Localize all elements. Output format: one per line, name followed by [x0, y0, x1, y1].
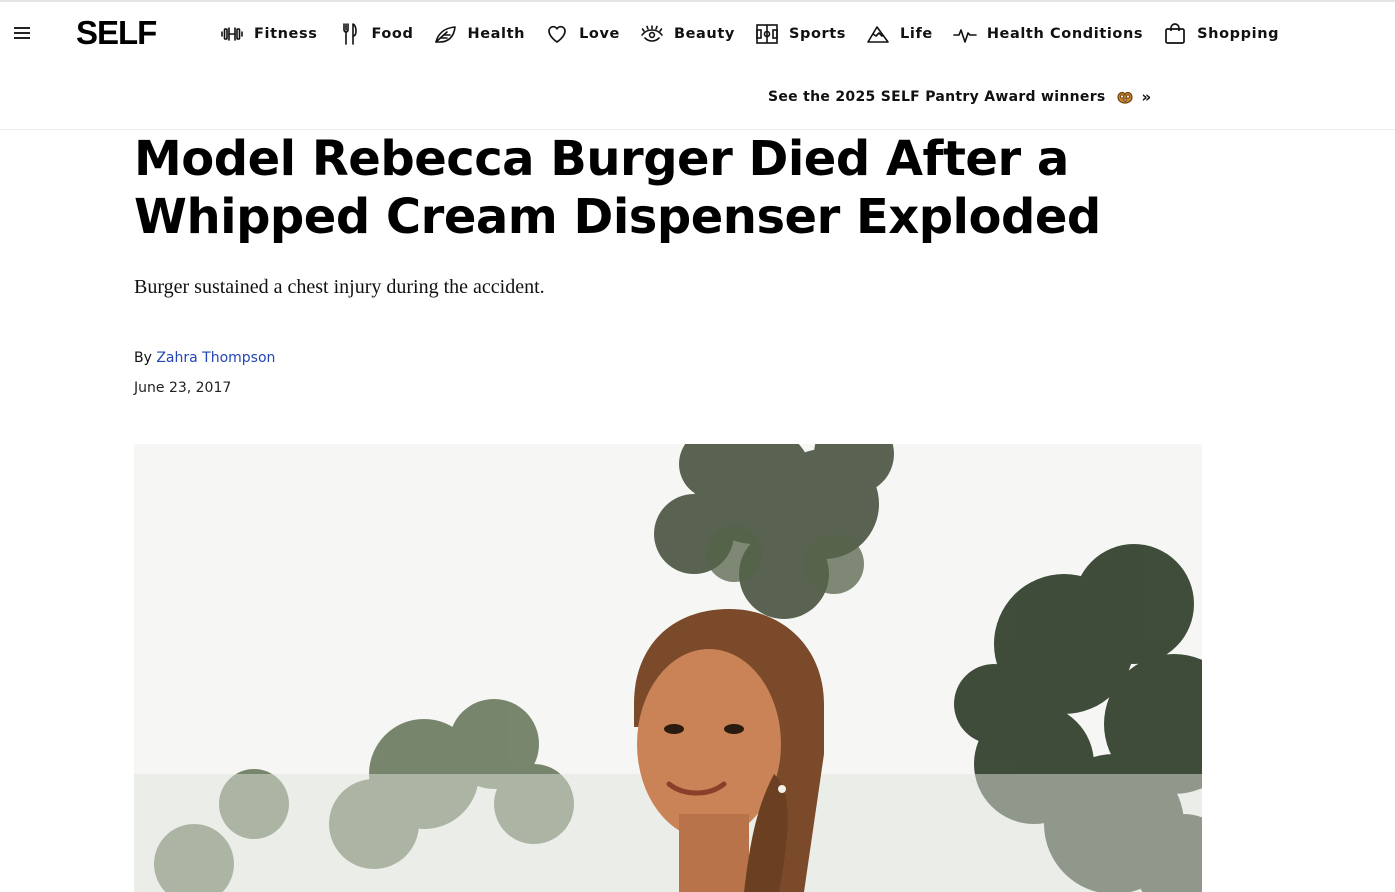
nav-label: Sports: [788, 26, 847, 42]
author-link[interactable]: Zahra Thompson: [156, 350, 275, 366]
heart-icon: [545, 22, 569, 46]
nav-label: Health Conditions: [986, 26, 1144, 42]
article-headline: Model Rebecca Burger Died After a Whippe…: [134, 131, 1101, 245]
nav-label: Life: [900, 26, 933, 42]
nav-item-sports[interactable]: Sports: [755, 22, 846, 46]
hero-image: [134, 444, 1202, 892]
promo-arrow: »: [1141, 88, 1152, 106]
nav-label: Shopping: [1197, 26, 1280, 42]
byline: By Zahra Thompson: [134, 350, 275, 366]
nav-item-beauty[interactable]: Beauty: [640, 22, 735, 46]
eye-lashes-icon: [640, 22, 664, 46]
byline-prefix: By: [134, 350, 152, 366]
nav-label: Health: [467, 26, 526, 42]
promo-link[interactable]: See the 2025 SELF Pantry Award winners »: [768, 86, 1151, 108]
nav-item-love[interactable]: Love: [545, 22, 620, 46]
nav-item-health[interactable]: Health: [433, 22, 525, 46]
page: SELF Fitness Food Health Love Beauty Spo…: [0, 0, 1395, 892]
hamburger-menu-icon[interactable]: [12, 24, 32, 42]
shopping-bag-icon: [1163, 22, 1187, 46]
promo-text: See the 2025 SELF Pantry Award winners: [768, 89, 1106, 105]
dumbbell-icon: [220, 22, 244, 46]
publish-date: June 23, 2017: [134, 380, 232, 396]
nav-item-shopping[interactable]: Shopping: [1163, 22, 1279, 46]
leaf-icon: [433, 22, 457, 46]
heartbeat-icon: [953, 22, 977, 46]
nav-item-health-conditions[interactable]: Health Conditions: [953, 22, 1143, 46]
article-dek: Burger sustained a chest injury during t…: [134, 276, 545, 298]
nav-item-fitness[interactable]: Fitness: [220, 22, 317, 46]
site-logo[interactable]: SELF: [76, 14, 157, 52]
nav-item-life[interactable]: Life: [866, 22, 933, 46]
court-icon: [755, 22, 779, 46]
pretzel-icon: [1116, 88, 1134, 106]
mountain-icon: [866, 22, 890, 46]
main-nav: Fitness Food Health Love Beauty Sports L…: [220, 20, 1299, 48]
site-header: SELF Fitness Food Health Love Beauty Spo…: [0, 2, 1395, 130]
nav-label: Love: [579, 26, 620, 42]
fork-knife-icon: [337, 22, 361, 46]
nav-label: Beauty: [673, 26, 735, 42]
nav-item-food[interactable]: Food: [337, 22, 413, 46]
nav-label: Food: [371, 26, 414, 42]
nav-label: Fitness: [254, 26, 318, 42]
